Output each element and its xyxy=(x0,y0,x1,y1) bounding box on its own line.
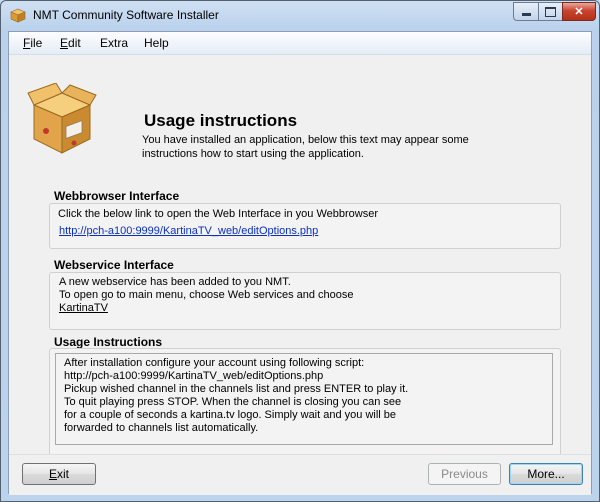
exit-button[interactable]: Exit xyxy=(22,463,96,485)
window-title: NMT Community Software Installer xyxy=(33,8,219,22)
minimize-icon xyxy=(521,13,531,16)
webbrowser-text: Click the below link to open the Web Int… xyxy=(58,208,378,220)
installer-window: NMT Community Software Installer ✕ File … xyxy=(0,0,600,502)
menu-help[interactable]: Help xyxy=(144,36,169,50)
menu-edit[interactable]: Edit xyxy=(60,36,81,50)
webservice-line-3: KartinaTV xyxy=(59,302,108,314)
exit-button-accel: E xyxy=(48,467,57,481)
menu-edit-accel: E xyxy=(60,36,69,50)
close-icon: ✕ xyxy=(574,6,584,18)
exit-button-rest: xit xyxy=(57,467,69,481)
page-title: Usage instructions xyxy=(144,111,298,130)
usage-instructions-textbox[interactable]: After installation configure your accoun… xyxy=(55,353,553,445)
maximize-button[interactable] xyxy=(538,2,563,21)
menu-edit-rest: dit xyxy=(68,36,81,50)
menu-extra[interactable]: Extra xyxy=(100,36,128,50)
webservice-line-2: To open go to main menu, choose Web serv… xyxy=(59,289,354,301)
usage-section-title: Usage Instructions xyxy=(54,335,163,349)
wizard-content: Usage instructions You have installed an… xyxy=(9,55,591,457)
intro-text: You have installed an application, below… xyxy=(142,133,502,161)
button-bar: Exit Previous More... xyxy=(9,454,591,495)
usage-instructions-text: After installation configure your accoun… xyxy=(64,357,409,434)
webbrowser-section-title: Webbrowser Interface xyxy=(54,189,180,203)
menu-file[interactable]: File xyxy=(23,36,42,50)
minimize-button[interactable] xyxy=(513,2,539,21)
menu-bar: File Edit Extra Help xyxy=(9,32,591,55)
package-icon xyxy=(10,8,26,23)
maximize-icon xyxy=(545,6,556,17)
client-area: File Edit Extra Help Usage instructions … xyxy=(8,31,592,495)
title-bar[interactable]: NMT Community Software Installer ✕ xyxy=(1,1,599,29)
more-button[interactable]: More... xyxy=(509,463,583,485)
webbrowser-group: Click the below link to open the Web Int… xyxy=(49,203,561,249)
package-box-icon xyxy=(27,83,97,154)
menu-file-rest: ile xyxy=(30,36,43,50)
webbrowser-link[interactable]: http://pch-a100:9999/KartinaTV_web/editO… xyxy=(59,225,318,238)
intro-line-2: instructions how to start using the appl… xyxy=(142,148,364,160)
webservice-group: A new webservice has been added to you N… xyxy=(49,272,561,330)
webservice-line-1: A new webservice has been added to you N… xyxy=(59,276,291,288)
close-button[interactable]: ✕ xyxy=(562,2,596,21)
webservice-section-title: Webservice Interface xyxy=(54,258,174,272)
intro-line-1: You have installed an application, below… xyxy=(142,134,469,146)
previous-button[interactable]: Previous xyxy=(428,463,501,485)
